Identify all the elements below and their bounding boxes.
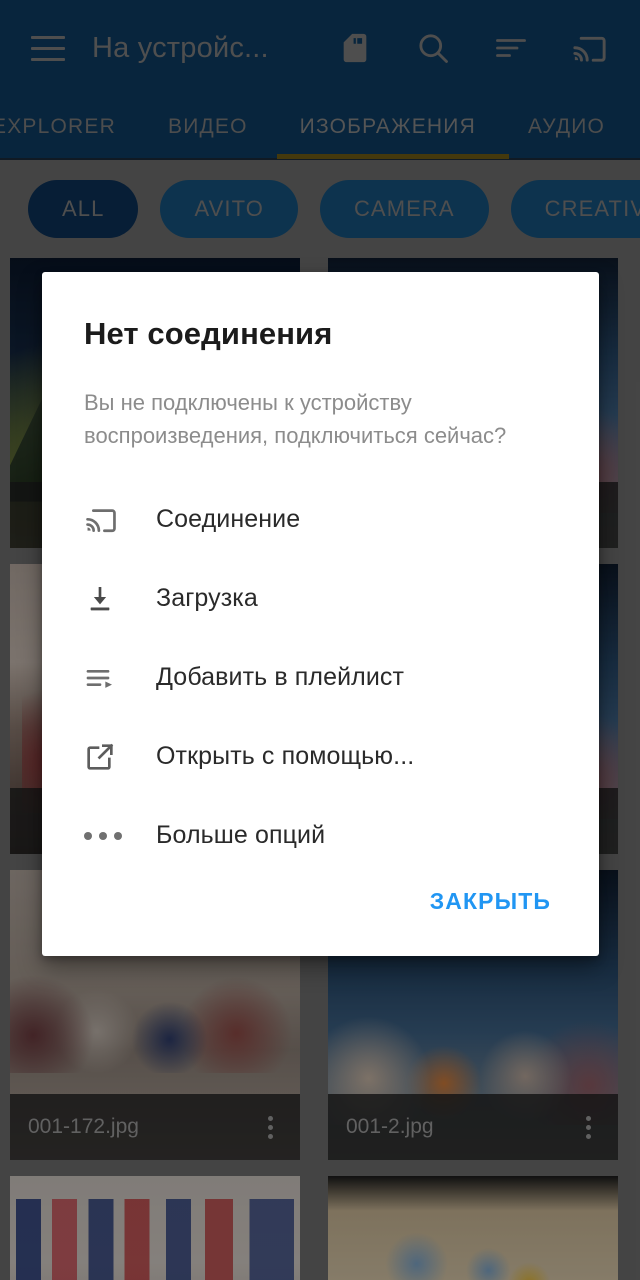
dialog-title: Нет соединения — [84, 316, 333, 351]
playlist-add-icon — [84, 656, 136, 700]
dialog-actions: ЗАКРЫТЬ — [42, 846, 599, 956]
dialog-item-download[interactable]: Загрузка — [42, 559, 599, 638]
dialog-item-add-to-playlist[interactable]: Добавить в плейлист — [42, 638, 599, 717]
open-in-new-icon — [84, 735, 136, 779]
dialog-item-open-with[interactable]: Открыть с помощью... — [42, 717, 599, 796]
dialog-option-list: Соединение Загрузка Добавить в плейлист … — [42, 480, 599, 875]
no-connection-dialog: Нет соединения Вы не подключены к устрой… — [42, 272, 599, 956]
download-icon — [84, 577, 136, 621]
dialog-item-label: Открыть с помощью... — [156, 742, 415, 770]
dialog-item-connect[interactable]: Соединение — [42, 480, 599, 559]
app-root: 001-172.jpg 001-2.jpg ALL AVITO CAMERA C… — [0, 0, 640, 1280]
dialog-item-label: Добавить в плейлист — [156, 663, 405, 691]
dialog-message: Вы не подключены к устройству воспроизве… — [84, 390, 507, 448]
close-button[interactable]: ЗАКРЫТЬ — [422, 876, 559, 927]
cast-icon — [84, 498, 136, 542]
dialog-item-label: Соединение — [156, 505, 301, 533]
dialog-item-label: Загрузка — [156, 584, 258, 612]
